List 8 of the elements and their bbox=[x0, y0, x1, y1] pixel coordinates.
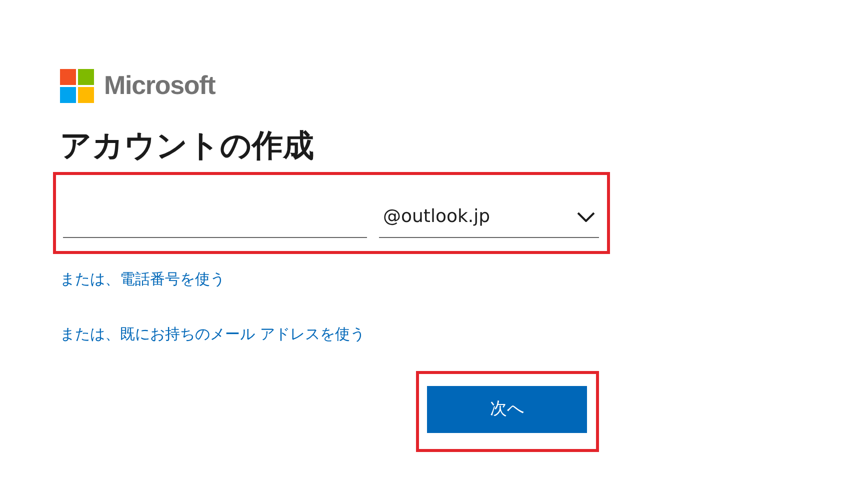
chevron-down-icon bbox=[577, 212, 595, 222]
next-button[interactable]: 次へ bbox=[427, 386, 587, 433]
existing-email-link[interactable]: または、既にお持ちのメール アドレスを使う bbox=[60, 323, 365, 346]
logo-text: Microsoft bbox=[104, 69, 216, 102]
logo-icon bbox=[60, 68, 94, 102]
page-title: アカウントの作成 bbox=[60, 127, 314, 166]
domain-dropdown[interactable]: @outlook.jp bbox=[379, 196, 599, 238]
phone-number-link[interactable]: または、電話番号を使う bbox=[60, 268, 225, 290]
